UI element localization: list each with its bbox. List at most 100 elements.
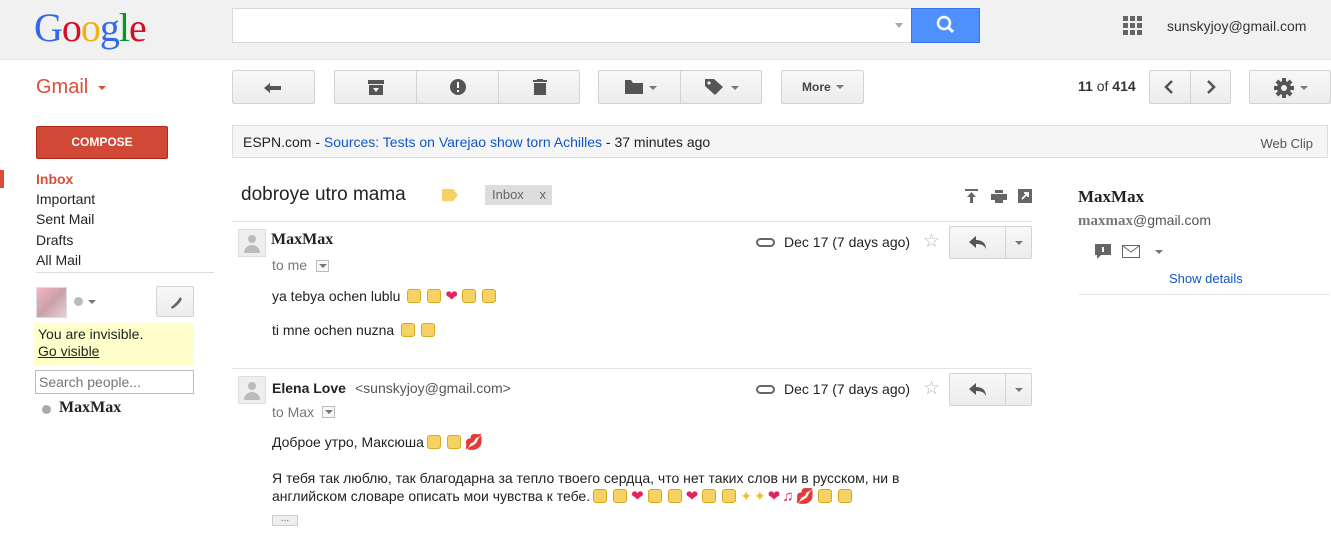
sparkle-icon: ✦	[740, 488, 753, 504]
back-button[interactable]	[232, 70, 315, 104]
logo-letter: G	[34, 5, 63, 50]
contact-card-name: MaxMax	[1078, 187, 1145, 206]
new-window-icon[interactable]	[1018, 189, 1032, 203]
chevron-down-icon	[731, 86, 739, 90]
chevron-down-icon[interactable]	[1155, 250, 1163, 254]
older-button[interactable]	[1191, 71, 1231, 103]
google-logo[interactable]: Google	[34, 5, 147, 50]
pager-count: 11 of 414	[1078, 78, 1136, 94]
sidebar-item-sent-mail[interactable]: Sent Mail	[36, 211, 94, 227]
label-tag-icon	[705, 79, 723, 95]
emoji-icon	[647, 489, 662, 503]
music-icon: ♫	[782, 488, 794, 505]
search-input[interactable]	[232, 8, 912, 43]
pager-current: 11	[1078, 78, 1093, 94]
message-date: Dec 17 (7 days ago)	[784, 381, 911, 397]
details-dropdown-button[interactable]	[316, 260, 329, 272]
action-button-group	[334, 70, 580, 104]
heart-icon: ❤	[445, 288, 458, 305]
call-phone-button[interactable]	[156, 286, 194, 317]
mail-icon[interactable]	[1122, 245, 1140, 258]
folder-icon	[625, 80, 643, 94]
inbox-label-chip: Inbox x	[485, 185, 552, 205]
web-clip-label[interactable]: Web Clip	[1260, 136, 1313, 151]
email-domain: @gmail.com	[1133, 212, 1212, 228]
compose-button[interactable]: COMPOSE	[36, 126, 168, 159]
archive-button[interactable]	[335, 71, 416, 103]
star-icon[interactable]: ☆	[923, 379, 940, 398]
show-details-link[interactable]: Show details	[1169, 271, 1243, 286]
pager-of: of	[1096, 78, 1109, 94]
divider	[1078, 294, 1330, 295]
reply-button[interactable]	[949, 373, 1032, 406]
move-to-button[interactable]	[599, 71, 680, 103]
more-button[interactable]: More	[781, 70, 864, 104]
message-sender[interactable]: MaxMax	[271, 231, 333, 249]
sidebar-item-important[interactable]: Important	[36, 191, 95, 207]
search-people-input[interactable]	[35, 370, 194, 394]
expand-all-icon[interactable]	[965, 189, 978, 203]
emoji-icon	[667, 489, 682, 503]
sidebar-item-all-mail[interactable]: All Mail	[36, 252, 81, 268]
message-body-line: ti mne ochen nuzna	[272, 322, 438, 338]
emoji-icon	[702, 489, 717, 503]
search-button[interactable]	[911, 8, 980, 43]
chevron-down-icon[interactable]	[88, 300, 96, 304]
attachment-icon	[756, 238, 775, 247]
divider	[36, 272, 214, 273]
chevron-down-icon	[1300, 86, 1308, 90]
sparkle-icon: ✦	[754, 488, 766, 504]
pager-nav-group	[1149, 70, 1231, 104]
go-visible-link[interactable]: Go visible	[38, 343, 190, 360]
invisible-notice: You are invisible. Go visible	[34, 323, 194, 365]
show-trimmed-content-button[interactable]: ...	[272, 514, 298, 526]
heart-icon: ❤	[685, 488, 699, 505]
sidebar-item-drafts[interactable]: Drafts	[36, 232, 73, 248]
gmail-menu-label[interactable]: Gmail	[36, 76, 88, 99]
search-options-caret-icon[interactable]	[895, 23, 903, 28]
attachment-icon	[756, 385, 775, 394]
message-date: Dec 17 (7 days ago)	[784, 234, 911, 250]
report-spam-button[interactable]	[417, 71, 498, 103]
contact-name[interactable]: MaxMax	[59, 399, 121, 417]
sender-email: <sunskyjoy@gmail.com>	[355, 380, 511, 396]
gear-icon	[1274, 78, 1294, 98]
newer-button[interactable]	[1150, 71, 1190, 103]
avatar[interactable]	[36, 287, 67, 318]
importance-marker-icon[interactable]	[442, 189, 458, 201]
delete-button[interactable]	[499, 71, 580, 103]
chevron-down-icon[interactable]	[98, 86, 106, 90]
trash-icon	[533, 79, 547, 95]
more-actions-caret-icon[interactable]	[1015, 241, 1023, 245]
phone-icon	[171, 297, 182, 309]
chat-icon[interactable]	[1095, 244, 1111, 260]
details-dropdown-button[interactable]	[322, 406, 335, 418]
emoji-icon	[838, 489, 853, 503]
account-email[interactable]: sunskyjoy@gmail.com	[1167, 18, 1306, 34]
print-icon[interactable]	[991, 190, 1007, 203]
settings-button[interactable]	[1249, 70, 1331, 104]
lips-icon: 💋	[464, 434, 484, 451]
back-arrow-icon	[264, 83, 281, 93]
body-text: ya tebya ochen lublu	[272, 288, 401, 304]
webclip-separator: -	[602, 134, 615, 150]
emoji-icon	[818, 489, 833, 503]
remove-label-button[interactable]: x	[540, 187, 547, 202]
body-text: английском словаре описать мои чувства к…	[272, 488, 591, 504]
message-body-line: ya tebya ochen lublu ❤	[272, 287, 499, 305]
status-icon[interactable]	[74, 297, 83, 306]
reply-icon	[969, 236, 986, 249]
star-icon[interactable]: ☆	[923, 232, 940, 251]
emoji-icon	[446, 435, 461, 449]
emoji-icon	[722, 489, 737, 503]
logo-letter: o	[80, 5, 101, 50]
reply-button[interactable]	[949, 226, 1032, 259]
message-sender[interactable]: Elena Love	[272, 380, 346, 396]
chevron-right-icon	[1207, 80, 1216, 94]
webclip-headline-link[interactable]: Sources: Tests on Varejao show torn Achi…	[324, 134, 602, 150]
emoji-icon	[613, 489, 628, 503]
more-actions-caret-icon[interactable]	[1015, 388, 1023, 392]
reply-icon	[969, 383, 986, 396]
labels-button[interactable]	[681, 71, 762, 103]
sidebar-item-inbox[interactable]: Inbox	[36, 171, 73, 187]
